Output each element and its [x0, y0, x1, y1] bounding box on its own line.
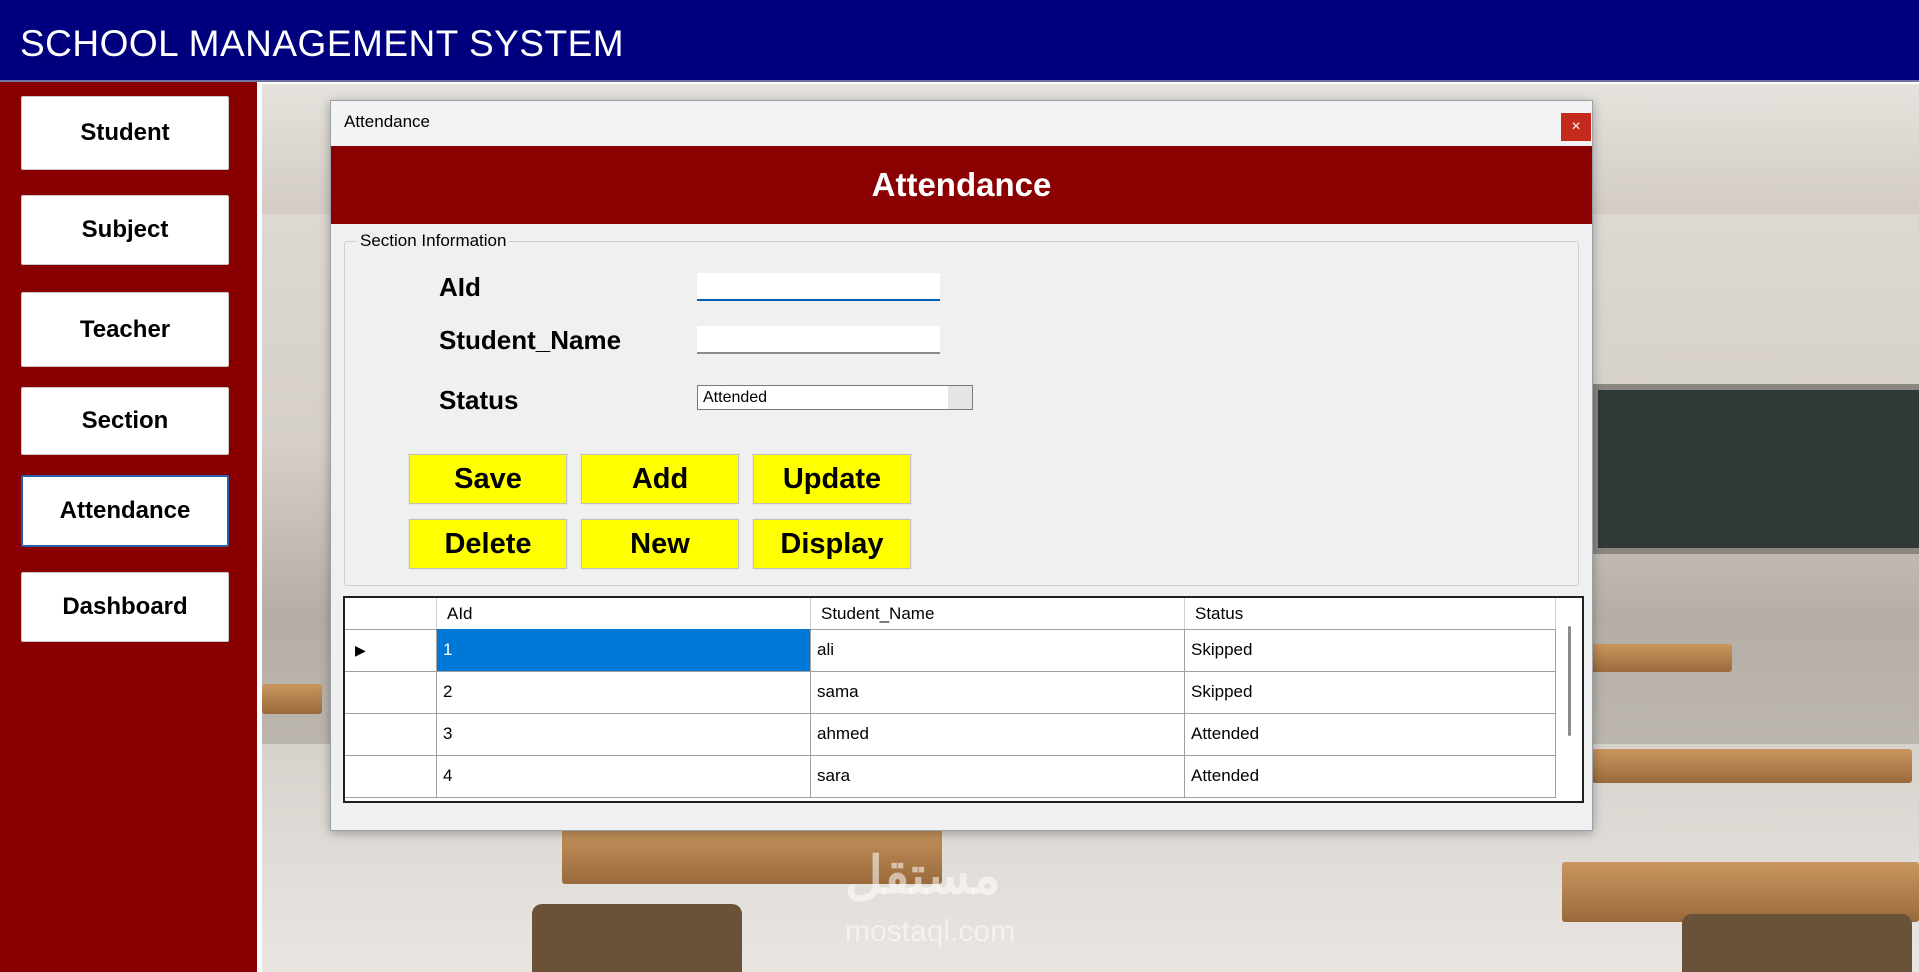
- watermark-logo: مستقل: [845, 847, 1001, 905]
- table-row[interactable]: 3 ahmed Attended: [345, 713, 1556, 756]
- row-header[interactable]: ▶: [345, 629, 437, 671]
- student-name-label: Student_Name: [439, 325, 622, 355]
- cell-status[interactable]: Attended: [1185, 713, 1556, 755]
- cell-aid[interactable]: 2: [437, 671, 811, 713]
- sidebar-item-attendance[interactable]: Attendance: [21, 475, 229, 547]
- status-select-value: Attended: [703, 389, 768, 406]
- section-information-group: Section Information AId Student_Name Sta…: [344, 231, 1579, 586]
- aid-input[interactable]: [697, 273, 940, 301]
- column-header-student-name[interactable]: Student_Name: [811, 598, 1185, 629]
- sidebar-item-student[interactable]: Student: [21, 96, 229, 170]
- cell-student-name[interactable]: ali: [811, 629, 1185, 671]
- background-blackboard: [1592, 384, 1919, 554]
- status-select[interactable]: Attended: [697, 385, 973, 410]
- chevron-down-icon[interactable]: [948, 386, 972, 409]
- table-row[interactable]: ▶ 1 ali Skipped: [345, 629, 1556, 672]
- attendance-dialog: Attendance × Attendance Section Informat…: [330, 100, 1593, 831]
- cell-status[interactable]: Skipped: [1185, 629, 1556, 671]
- dialog-title: Attendance: [344, 112, 431, 131]
- cell-aid[interactable]: 1: [437, 629, 811, 671]
- group-title: Section Information: [357, 231, 510, 251]
- attendance-grid[interactable]: AId Student_Name Status ▶ 1 ali Skipped …: [343, 596, 1584, 803]
- cell-aid[interactable]: 3: [437, 713, 811, 755]
- app-title: SCHOOL MANAGEMENT SYSTEM: [20, 23, 625, 64]
- row-header[interactable]: [345, 755, 437, 797]
- table-row[interactable]: 2 sama Skipped: [345, 671, 1556, 714]
- cell-student-name[interactable]: ahmed: [811, 713, 1185, 755]
- row-header[interactable]: [345, 671, 437, 713]
- status-label: Status: [439, 385, 519, 415]
- grid-vertical-scrollbar[interactable]: [1556, 598, 1582, 801]
- grid-header-row: AId Student_Name Status: [345, 598, 1556, 630]
- save-button[interactable]: Save: [408, 453, 568, 505]
- cell-status[interactable]: Skipped: [1185, 671, 1556, 713]
- current-row-arrow-icon: ▶: [355, 642, 366, 658]
- sidebar-item-subject[interactable]: Subject: [21, 195, 229, 265]
- column-header-status[interactable]: Status: [1185, 598, 1556, 629]
- dialog-heading: Attendance: [871, 166, 1052, 203]
- sidebar-item-dashboard[interactable]: Dashboard: [21, 572, 229, 642]
- student-name-input[interactable]: [697, 326, 940, 354]
- table-row[interactable]: 4 sara Attended: [345, 755, 1556, 798]
- column-header-aid[interactable]: AId: [437, 598, 811, 629]
- aid-label: AId: [439, 272, 481, 302]
- cell-student-name[interactable]: sara: [811, 755, 1185, 797]
- dialog-titlebar: Attendance ×: [331, 101, 1592, 146]
- sidebar-item-section[interactable]: Section: [21, 387, 229, 455]
- row-header[interactable]: [345, 713, 437, 755]
- background-desk: [1562, 862, 1919, 922]
- sidebar-item-teacher[interactable]: Teacher: [21, 292, 229, 367]
- add-button[interactable]: Add: [580, 453, 740, 505]
- new-button[interactable]: New: [580, 518, 740, 570]
- background-chair: [1682, 914, 1912, 972]
- background-chair: [532, 904, 742, 972]
- update-button[interactable]: Update: [752, 453, 912, 505]
- cell-status[interactable]: Attended: [1185, 755, 1556, 797]
- watermark-url: mostaql.com: [845, 915, 1016, 948]
- background-desk: [1592, 749, 1912, 783]
- cell-student-name[interactable]: sama: [811, 671, 1185, 713]
- close-button[interactable]: ×: [1561, 113, 1591, 141]
- display-button[interactable]: Display: [752, 518, 912, 570]
- delete-button[interactable]: Delete: [408, 518, 568, 570]
- background-desk: [262, 684, 322, 714]
- sidebar: Student Subject Teacher Section Attendan…: [0, 82, 257, 972]
- scrollbar-thumb[interactable]: [1568, 626, 1571, 736]
- dialog-banner: Attendance: [331, 146, 1592, 224]
- grid-corner-header: [345, 598, 437, 629]
- app-header: SCHOOL MANAGEMENT SYSTEM: [0, 0, 1919, 82]
- cell-aid[interactable]: 4: [437, 755, 811, 797]
